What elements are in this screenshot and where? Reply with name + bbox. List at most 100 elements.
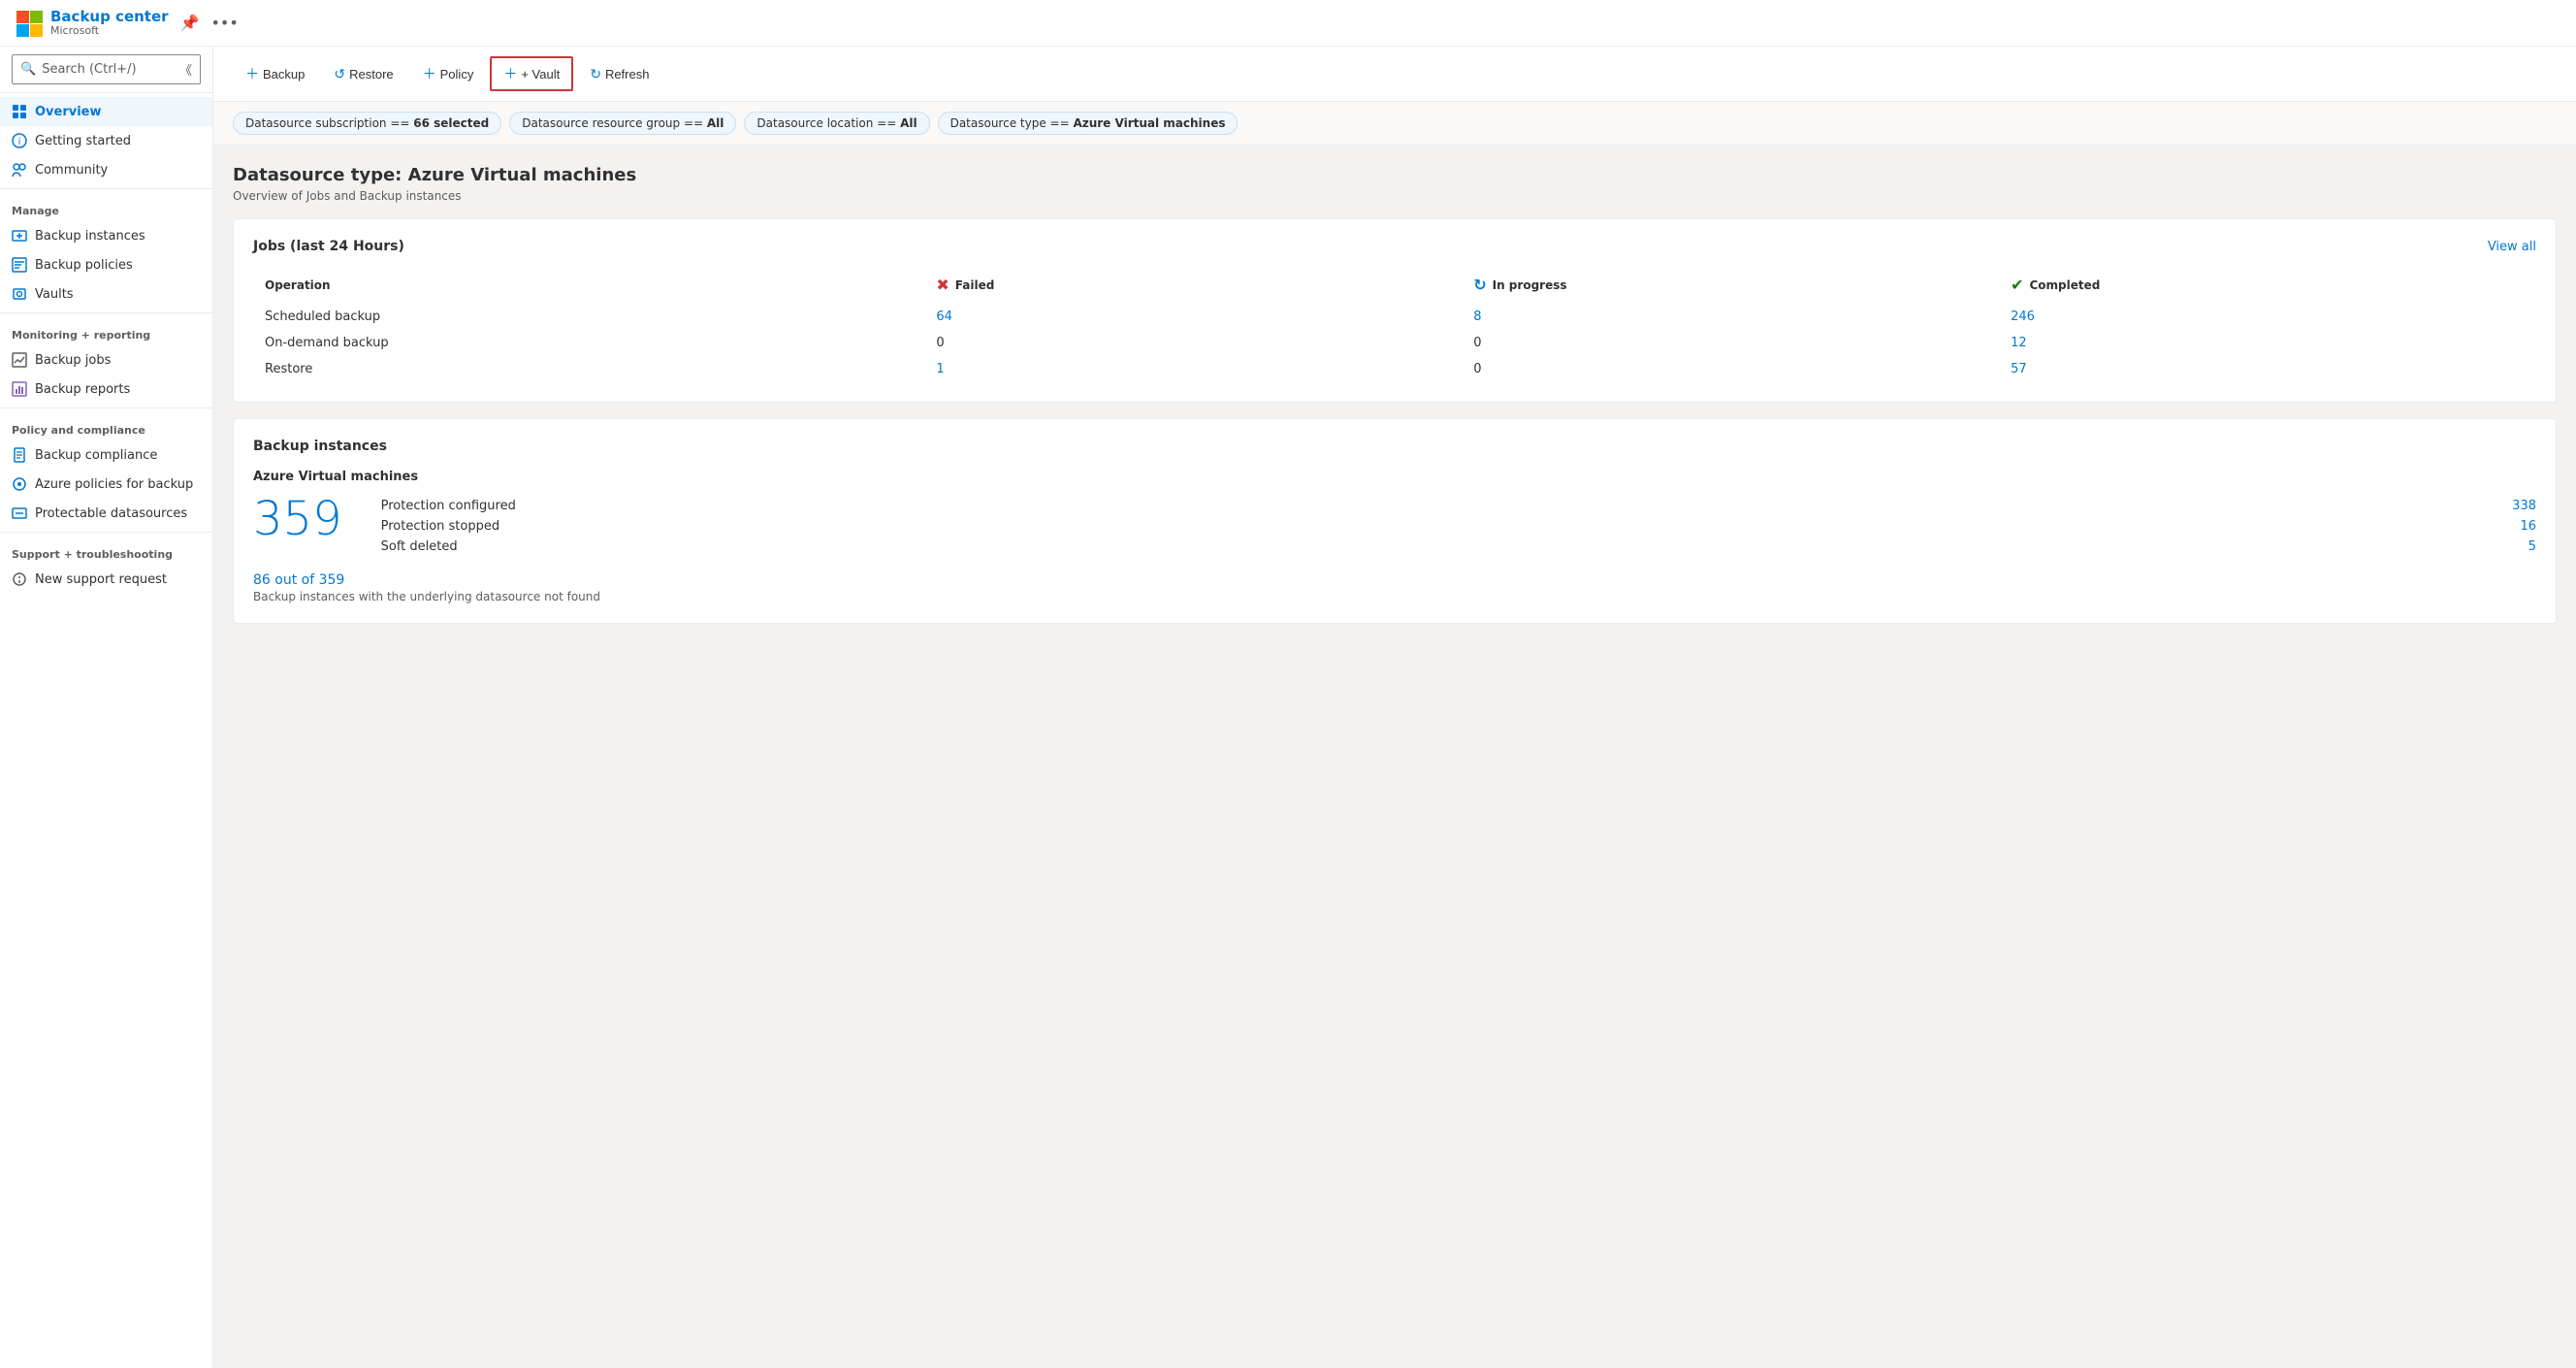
filter-rg-label: Datasource resource group == All: [522, 116, 724, 130]
sidebar-item-overview[interactable]: Overview: [0, 97, 212, 126]
sidebar-community-label: Community: [35, 163, 108, 178]
inprogress-restore: 0: [1462, 356, 1999, 382]
restore-button[interactable]: ↺ Restore: [321, 59, 405, 89]
sidebar-item-backup-policies[interactable]: Backup policies: [0, 250, 212, 279]
op-scheduled: Scheduled backup: [253, 304, 924, 330]
completed-scheduled: 246: [1999, 304, 2536, 330]
azure-policies-icon: [12, 476, 27, 492]
sidebar-item-protectable-datasources[interactable]: Protectable datasources: [0, 499, 212, 528]
page-subtitle: Overview of Jobs and Backup instances: [233, 189, 2557, 203]
backup-label: Backup: [263, 67, 305, 81]
sidebar-item-azure-policies[interactable]: Azure policies for backup: [0, 470, 212, 499]
table-row: On-demand backup 0 0 12: [253, 330, 2536, 356]
pin-icon[interactable]: 📌: [180, 14, 200, 32]
failed-scheduled-link[interactable]: 64: [936, 309, 952, 324]
top-bar: Backup center Microsoft 📌 •••: [0, 0, 2576, 47]
completed-restore-link[interactable]: 57: [2011, 362, 2027, 376]
inprogress-ondemand: 0: [1462, 330, 1999, 356]
table-row: Restore 1 0 57: [253, 356, 2536, 382]
filter-location[interactable]: Datasource location == All: [744, 112, 929, 135]
jobs-card-title: Jobs (last 24 Hours): [253, 239, 404, 254]
layout: 🔍 Search (Ctrl+/) 《 Overview i Getting s…: [0, 47, 2576, 1368]
filter-loc-label: Datasource location == All: [757, 116, 917, 130]
completed-ondemand: 12: [1999, 330, 2536, 356]
restore-label: Restore: [349, 67, 394, 81]
app-logo: [16, 10, 43, 37]
table-row: Scheduled backup 64 8 246: [253, 304, 2536, 330]
sidebar-item-backup-reports[interactable]: Backup reports: [0, 375, 212, 404]
refresh-button[interactable]: ↻ Refresh: [577, 59, 661, 89]
sidebar-vaults-label: Vaults: [35, 287, 74, 302]
jobs-view-all-link[interactable]: View all: [2488, 240, 2536, 254]
search-icon: 🔍: [20, 62, 36, 77]
top-bar-actions: 📌 •••: [180, 14, 239, 32]
policy-button[interactable]: ＋ Policy: [410, 57, 487, 90]
list-item: Soft deleted 5: [381, 537, 2536, 557]
sidebar-nav: Overview i Getting started Community Man…: [0, 93, 212, 598]
app-title: Backup center: [50, 9, 169, 25]
protectable-datasources-icon: [12, 505, 27, 521]
list-item: Protection stopped 16: [381, 516, 2536, 537]
main-content: ＋ Backup ↺ Restore ＋ Policy ＋ + Vault ↻ …: [213, 47, 2576, 1368]
instances-card-header: Backup instances: [253, 439, 2536, 454]
sidebar-item-backup-instances[interactable]: Backup instances: [0, 221, 212, 250]
refresh-icon: ↻: [590, 66, 601, 82]
divider-support: [0, 532, 212, 533]
sidebar-item-new-support[interactable]: New support request: [0, 565, 212, 594]
col-inprogress-header: ↻ In progress: [1462, 270, 1999, 304]
col-failed-header: ✖ Failed: [924, 270, 1462, 304]
sidebar-item-getting-started[interactable]: i Getting started: [0, 126, 212, 155]
completed-restore: 57: [1999, 356, 2536, 382]
completed-scheduled-link[interactable]: 246: [2011, 309, 2035, 324]
instances-footer-link[interactable]: 86 out of 359: [253, 572, 2536, 588]
instances-card: Backup instances Azure Virtual machines …: [233, 418, 2557, 624]
sidebar-search-area: 🔍 Search (Ctrl+/) 《: [0, 47, 212, 93]
vault-button[interactable]: ＋ + Vault: [490, 56, 573, 91]
filter-sub-label: Datasource subscription == 66 selected: [245, 116, 489, 130]
soft-deleted-label: Soft deleted: [381, 539, 458, 554]
vaults-icon: [12, 286, 27, 302]
col-completed-header: ✔ Completed: [1999, 270, 2536, 304]
instances-details: Protection configured 338 Protection sto…: [381, 496, 2536, 557]
protection-stopped-value: 16: [2520, 519, 2536, 534]
sidebar-backup-jobs-label: Backup jobs: [35, 353, 111, 368]
content-area: Datasource type: Azure Virtual machines …: [213, 146, 2576, 1368]
getting-started-icon: i: [12, 133, 27, 148]
completed-ondemand-link[interactable]: 12: [2011, 336, 2027, 350]
sidebar-item-community[interactable]: Community: [0, 155, 212, 184]
inprogress-scheduled-link[interactable]: 8: [1473, 309, 1481, 324]
instances-card-title: Backup instances: [253, 439, 387, 454]
community-icon: [12, 162, 27, 178]
footer-sub: out of 359: [274, 572, 344, 588]
op-restore: Restore: [253, 356, 924, 382]
filter-resource-group[interactable]: Datasource resource group == All: [509, 112, 736, 135]
instances-footer-desc: Backup instances with the underlying dat…: [253, 590, 2536, 603]
sidebar-backup-reports-label: Backup reports: [35, 382, 130, 397]
failed-restore-link[interactable]: 1: [936, 362, 944, 376]
restore-icon: ↺: [334, 66, 345, 82]
instances-total-count: 359: [253, 496, 342, 542]
filter-type[interactable]: Datasource type == Azure Virtual machine…: [938, 112, 1239, 135]
backup-instances-icon: [12, 228, 27, 244]
backup-plus-icon: ＋: [245, 64, 259, 83]
sidebar-item-backup-compliance[interactable]: Backup compliance: [0, 440, 212, 470]
failed-scheduled: 64: [924, 304, 1462, 330]
new-support-icon: [12, 571, 27, 587]
more-icon[interactable]: •••: [210, 14, 238, 32]
filter-subscription[interactable]: Datasource subscription == 66 selected: [233, 112, 501, 135]
sidebar-overview-label: Overview: [35, 105, 102, 119]
failed-restore: 1: [924, 356, 1462, 382]
backup-button[interactable]: ＋ Backup: [233, 57, 317, 90]
protection-configured-value[interactable]: 338: [2512, 499, 2536, 513]
search-input[interactable]: 🔍 Search (Ctrl+/) 《: [12, 54, 201, 84]
sidebar-item-vaults[interactable]: Vaults: [0, 279, 212, 309]
inprogress-status-icon: ↻: [1473, 276, 1486, 294]
vault-label: + Vault: [521, 67, 560, 81]
app-subtitle: Microsoft: [50, 24, 169, 37]
sidebar-protectable-datasources-label: Protectable datasources: [35, 506, 187, 521]
section-policy: Policy and compliance: [0, 412, 212, 440]
policy-label: Policy: [440, 67, 474, 81]
section-monitoring: Monitoring + reporting: [0, 317, 212, 345]
collapse-icon[interactable]: 《: [179, 60, 192, 79]
sidebar-item-backup-jobs[interactable]: Backup jobs: [0, 345, 212, 375]
